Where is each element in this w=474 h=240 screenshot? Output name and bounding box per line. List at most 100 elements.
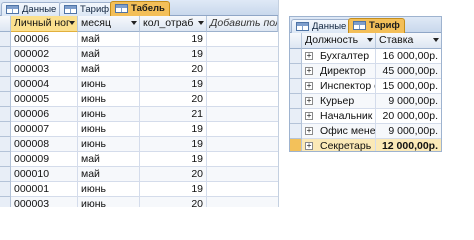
- expand-plus-icon[interactable]: +: [305, 127, 313, 135]
- chevron-down-icon[interactable]: [433, 38, 439, 42]
- personal-no-cell[interactable]: 000003: [11, 62, 78, 77]
- month-cell[interactable]: июнь: [78, 182, 140, 197]
- worked-cell[interactable]: 20: [140, 197, 207, 207]
- empty-cell[interactable]: [207, 182, 278, 197]
- position-cell[interactable]: + Бухгалтер: [302, 49, 376, 64]
- empty-cell[interactable]: [207, 32, 278, 47]
- personal-no-cell[interactable]: 000007: [11, 122, 78, 137]
- worked-cell[interactable]: 19: [140, 122, 207, 137]
- personal-no-cell[interactable]: 000003: [11, 197, 78, 207]
- tab-tarif[interactable]: Тариф: [348, 18, 405, 34]
- chevron-down-icon[interactable]: [69, 21, 75, 25]
- worked-cell[interactable]: 19: [140, 77, 207, 92]
- row-selector[interactable]: [0, 32, 11, 47]
- empty-cell[interactable]: [207, 167, 278, 182]
- empty-cell[interactable]: [207, 122, 278, 137]
- personal-no-cell[interactable]: 000004: [11, 77, 78, 92]
- worked-cell[interactable]: 20: [140, 92, 207, 107]
- row-selector[interactable]: [0, 77, 11, 92]
- position-cell[interactable]: + Секретарь: [302, 139, 376, 151]
- row-selector[interactable]: [0, 107, 11, 122]
- tab-tarif[interactable]: Тариф: [59, 2, 115, 16]
- month-cell[interactable]: май: [78, 47, 140, 62]
- tab-dannye[interactable]: Данные: [1, 2, 62, 16]
- expand-plus-icon[interactable]: +: [305, 82, 313, 90]
- expand-plus-icon[interactable]: +: [305, 112, 313, 120]
- chevron-down-icon[interactable]: [198, 21, 204, 25]
- personal-no-cell[interactable]: 000006: [11, 107, 78, 122]
- row-selector[interactable]: [290, 94, 302, 109]
- row-selector[interactable]: [290, 64, 302, 79]
- month-cell[interactable]: июнь: [78, 137, 140, 152]
- row-selector[interactable]: [0, 182, 11, 197]
- worked-cell[interactable]: 19: [140, 137, 207, 152]
- empty-cell[interactable]: [207, 62, 278, 77]
- empty-cell[interactable]: [207, 152, 278, 167]
- column-header-personal-no[interactable]: Личный ног: [11, 16, 78, 32]
- column-header-worked[interactable]: кол_отраб: [140, 16, 207, 32]
- chevron-down-icon[interactable]: [367, 38, 373, 42]
- worked-cell[interactable]: 19: [140, 152, 207, 167]
- rate-cell[interactable]: 16 000,00р.: [376, 49, 441, 64]
- expand-plus-icon[interactable]: +: [305, 67, 313, 75]
- personal-no-cell[interactable]: 000001: [11, 182, 78, 197]
- select-all-corner[interactable]: [0, 16, 11, 32]
- rate-cell[interactable]: 20 000,00р.: [376, 109, 441, 124]
- worked-cell[interactable]: 20: [140, 167, 207, 182]
- empty-cell[interactable]: [207, 92, 278, 107]
- tab-tabel[interactable]: Табель: [110, 1, 170, 17]
- personal-no-cell[interactable]: 000009: [11, 152, 78, 167]
- month-cell[interactable]: май: [78, 32, 140, 47]
- month-cell[interactable]: июнь: [78, 122, 140, 137]
- empty-cell[interactable]: [207, 107, 278, 122]
- worked-cell[interactable]: 19: [140, 182, 207, 197]
- add-field-header[interactable]: Добавить поле: [207, 16, 278, 32]
- row-selector[interactable]: [0, 92, 11, 107]
- expand-plus-icon[interactable]: +: [305, 52, 313, 60]
- column-header-rate[interactable]: Ставка: [376, 33, 441, 49]
- rate-cell[interactable]: 12 000,00р.: [376, 139, 441, 151]
- worked-cell[interactable]: 20: [140, 62, 207, 77]
- worked-cell[interactable]: 19: [140, 47, 207, 62]
- row-selector[interactable]: [0, 167, 11, 182]
- position-cell[interactable]: + Инспектор отд: [302, 79, 376, 94]
- rate-cell[interactable]: 15 000,00р.: [376, 79, 441, 94]
- column-header-position[interactable]: Должность: [302, 33, 376, 49]
- rate-cell[interactable]: 45 000,00р.: [376, 64, 441, 79]
- position-cell[interactable]: + Курьер: [302, 94, 376, 109]
- row-selector[interactable]: [0, 137, 11, 152]
- worked-cell[interactable]: 19: [140, 32, 207, 47]
- row-selector[interactable]: [0, 197, 11, 207]
- expand-plus-icon[interactable]: +: [305, 97, 313, 105]
- month-cell[interactable]: июнь: [78, 92, 140, 107]
- month-cell[interactable]: май: [78, 152, 140, 167]
- row-selector[interactable]: [0, 62, 11, 77]
- month-cell[interactable]: май: [78, 167, 140, 182]
- tab-dannye[interactable]: Данные: [291, 19, 352, 33]
- row-selector[interactable]: [0, 47, 11, 62]
- worked-cell[interactable]: 21: [140, 107, 207, 122]
- row-selector[interactable]: [290, 79, 302, 94]
- position-cell[interactable]: + Начальник отд: [302, 109, 376, 124]
- personal-no-cell[interactable]: 000010: [11, 167, 78, 182]
- position-cell[interactable]: + Офис менедж: [302, 124, 376, 139]
- empty-cell[interactable]: [207, 137, 278, 152]
- personal-no-cell[interactable]: 000002: [11, 47, 78, 62]
- personal-no-cell[interactable]: 000008: [11, 137, 78, 152]
- personal-no-cell[interactable]: 000006: [11, 32, 78, 47]
- rate-cell[interactable]: 9 000,00р.: [376, 94, 441, 109]
- row-selector[interactable]: [290, 124, 302, 139]
- rate-cell[interactable]: 9 000,00р.: [376, 124, 441, 139]
- month-cell[interactable]: май: [78, 62, 140, 77]
- month-cell[interactable]: июнь: [78, 107, 140, 122]
- select-all-corner[interactable]: [290, 33, 302, 49]
- chevron-down-icon[interactable]: [131, 21, 137, 25]
- expand-plus-icon[interactable]: +: [305, 142, 313, 150]
- month-cell[interactable]: июнь: [78, 77, 140, 92]
- month-cell[interactable]: июнь: [78, 197, 140, 207]
- row-selector[interactable]: [0, 152, 11, 167]
- row-selector[interactable]: [0, 122, 11, 137]
- personal-no-cell[interactable]: 000005: [11, 92, 78, 107]
- position-cell[interactable]: + Директор: [302, 64, 376, 79]
- row-selector[interactable]: [290, 49, 302, 64]
